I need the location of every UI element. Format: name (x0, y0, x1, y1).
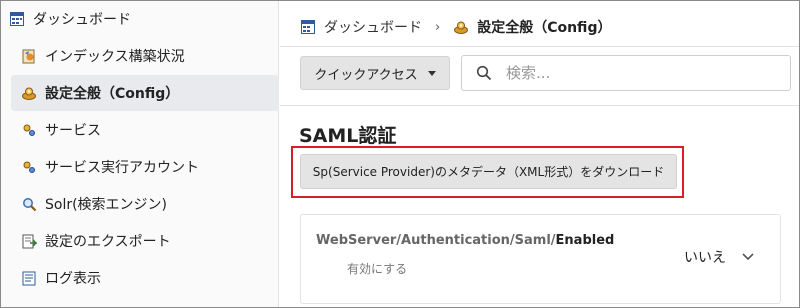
config-gear-icon (453, 19, 469, 35)
quick-access-label: クイックアクセス (314, 67, 418, 83)
main-content: ダッシュボード › 設定全般（Config） クイックアクセス SAML認証 S… (280, 1, 799, 307)
search-icon (462, 65, 506, 81)
sidebar-item-solr[interactable]: Solr(検索エンジン) (1, 186, 279, 222)
export-icon (21, 233, 37, 249)
sidebar-item-export[interactable]: 設定のエクスポート (1, 223, 279, 259)
setting-description: 有効にする (347, 262, 408, 276)
setting-value-dropdown[interactable]: いいえ (684, 247, 754, 267)
sidebar-item-index-status[interactable]: インデックス構築状況 (1, 38, 279, 74)
sidebar-item-config[interactable]: 設定全般（Config） (11, 75, 279, 111)
sidebar-item-label: インデックス構築状況 (45, 49, 185, 65)
divider (280, 46, 799, 47)
sidebar-item-label: ダッシュボード (33, 12, 131, 28)
sidebar-item-dashboard[interactable]: ダッシュボード (1, 1, 279, 37)
divider (280, 105, 799, 106)
setting-value: いいえ (684, 250, 726, 266)
caret-down-icon (427, 70, 436, 76)
dashboard-grid-icon (300, 19, 316, 35)
index-build-icon (21, 48, 37, 64)
section-title: SAML認証 (299, 125, 397, 147)
breadcrumb: ダッシュボード › 設定全般（Config） (300, 16, 611, 38)
dashboard-grid-icon (9, 11, 25, 27)
sidebar-item-services[interactable]: サービス (1, 112, 279, 148)
sidebar-item-label: サービス実行アカウント (45, 160, 199, 176)
search-input[interactable] (506, 64, 766, 82)
service-account-icon (21, 159, 37, 175)
sidebar-nav: ダッシュボード インデックス構築状況 設定全般（Config） サービス サービ… (1, 1, 279, 307)
sidebar-item-label: 設定全般（Config） (45, 86, 180, 102)
config-gear-icon (21, 85, 37, 101)
setting-key-path: WebServer/Authentication/Saml/ (316, 233, 556, 248)
quick-access-dropdown[interactable]: クイックアクセス (300, 56, 450, 90)
log-icon (21, 270, 37, 286)
search-box[interactable] (461, 55, 791, 91)
sidebar-item-logs[interactable]: ログ表示 (1, 260, 279, 296)
setting-card: WebServer/Authentication/Saml/Enabled 有効… (300, 214, 781, 304)
setting-key: WebServer/Authentication/Saml/Enabled (316, 233, 614, 248)
service-icon (21, 122, 37, 138)
app-window: ダッシュボード インデックス構築状況 設定全般（Config） サービス サービ… (0, 0, 800, 308)
breadcrumb-current: 設定全般（Config） (477, 20, 612, 36)
magnifier-icon (21, 196, 37, 212)
breadcrumb-home-link[interactable]: ダッシュボード (324, 17, 422, 37)
chevron-down-icon (742, 249, 754, 265)
breadcrumb-separator: › (435, 19, 441, 35)
sidebar-item-label: 設定のエクスポート (45, 234, 171, 250)
sidebar-item-label: サービス (45, 123, 101, 139)
download-sp-metadata-button[interactable]: Sp(Service Provider)のメタデータ（XML形式）をダウンロード (300, 154, 677, 189)
setting-key-leaf: Enabled (555, 233, 615, 248)
sidebar-item-service-account[interactable]: サービス実行アカウント (1, 149, 279, 185)
sidebar-item-label: Solr(検索エンジン) (45, 197, 168, 213)
sidebar-item-label: ログ表示 (45, 271, 101, 287)
